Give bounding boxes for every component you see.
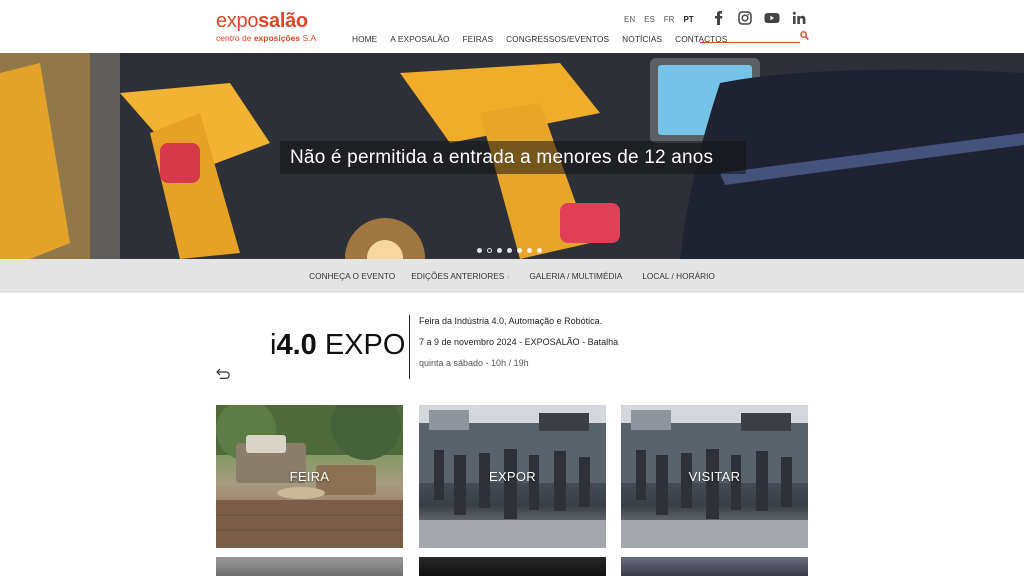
logo-tagline-b: exposições xyxy=(253,33,301,43)
lang-fr[interactable]: FR xyxy=(664,15,675,24)
slider-dot-6[interactable] xyxy=(527,248,532,253)
slider-dot-1[interactable] xyxy=(477,248,482,253)
tile-expor[interactable]: EXPOR xyxy=(419,405,606,548)
slider-dot-4[interactable] xyxy=(507,248,512,253)
tile-feira[interactable]: FEIRA xyxy=(216,405,403,548)
tile-row2-2[interactable] xyxy=(419,557,606,576)
language-switcher: EN ES FR PT xyxy=(624,15,694,24)
nav-feiras[interactable]: FEIRAS xyxy=(463,34,494,44)
nav-noticias[interactable]: NOTÍCIAS xyxy=(622,34,662,44)
tile-feira-label: FEIRA xyxy=(289,469,330,484)
subnav-edicoes-label: EDIÇÕES ANTERIORES xyxy=(411,271,505,281)
lang-en[interactable]: EN xyxy=(624,15,635,24)
logo-tagline-c: S.A xyxy=(300,33,317,43)
event-divider xyxy=(409,315,410,379)
logo-wordmark: exposalão xyxy=(216,10,316,32)
hero-slider[interactable]: Não é permitida a entrada a menores de 1… xyxy=(0,53,1024,259)
instagram-icon[interactable] xyxy=(738,11,752,25)
chevron-right-icon: › xyxy=(507,275,510,281)
event-dates-location: 7 a 9 de novembro 2024 - EXPOSALÃO - Bat… xyxy=(419,337,619,347)
logo-part-salao: salão xyxy=(258,10,308,32)
subnav-local-horario[interactable]: LOCAL / HORÁRIO xyxy=(642,271,715,281)
lang-pt[interactable]: PT xyxy=(683,15,693,24)
event-description: Feira da Indústria 4.0, Automação e Robó… xyxy=(419,316,603,326)
linkedin-icon[interactable] xyxy=(792,11,806,25)
tile-visitar[interactable]: VISITAR xyxy=(621,405,808,548)
slider-dot-5[interactable] xyxy=(517,248,522,253)
slider-dot-3[interactable] xyxy=(497,248,502,253)
tile-row2-3[interactable] xyxy=(621,557,808,576)
facebook-icon[interactable] xyxy=(712,11,726,25)
search-input[interactable] xyxy=(700,30,800,43)
event-logo-40: 4.0 xyxy=(276,329,317,361)
logo-tagline: centro de exposições S.A xyxy=(216,33,316,43)
event-logo-i40-expo: i4.0 EXPO xyxy=(270,325,405,365)
logo-tagline-a: centro de xyxy=(216,33,254,43)
tile-row2-1[interactable] xyxy=(216,557,403,576)
site-header: exposalão centro de exposições S.A EN ES… xyxy=(0,0,1024,53)
subnav-edicoes-anteriores[interactable]: EDIÇÕES ANTERIORES › xyxy=(411,271,509,281)
hero-caption: Não é permitida a entrada a menores de 1… xyxy=(280,141,746,174)
subnav-galeria-multimedia[interactable]: GALERIA / MULTIMÉDIA xyxy=(529,271,622,281)
nav-a-exposalao[interactable]: A EXPOSALÃO xyxy=(390,34,449,44)
nav-congressos-eventos[interactable]: CONGRESSOS/EVENTOS xyxy=(506,34,609,44)
logo-part-expo: expo xyxy=(216,10,259,32)
slider-dot-7[interactable] xyxy=(537,248,542,253)
nav-home[interactable]: HOME xyxy=(352,34,377,44)
event-schedule: quinta a sábado - 10h / 19h xyxy=(419,358,529,368)
event-subnav: CONHEÇA O EVENTO EDIÇÕES ANTERIORES › GAL… xyxy=(0,259,1024,293)
lang-es[interactable]: ES xyxy=(644,15,655,24)
slider-dot-2[interactable] xyxy=(487,248,492,253)
search-box xyxy=(700,30,810,44)
event-logo-expo: EXPO xyxy=(316,329,406,361)
tile-visitar-label: VISITAR xyxy=(688,469,741,484)
youtube-icon[interactable] xyxy=(764,11,780,25)
social-links xyxy=(712,11,806,25)
subnav-conheca-o-evento[interactable]: CONHEÇA O EVENTO xyxy=(309,271,395,281)
back-arrow-icon[interactable] xyxy=(216,368,231,379)
main-nav: HOME A EXPOSALÃO FEIRAS CONGRESSOS/EVENT… xyxy=(352,34,727,44)
slider-dots xyxy=(477,248,542,253)
tile-expor-label: EXPOR xyxy=(488,469,536,484)
search-icon[interactable] xyxy=(800,31,809,40)
exposalao-logo[interactable]: exposalão centro de exposições S.A xyxy=(216,10,316,43)
